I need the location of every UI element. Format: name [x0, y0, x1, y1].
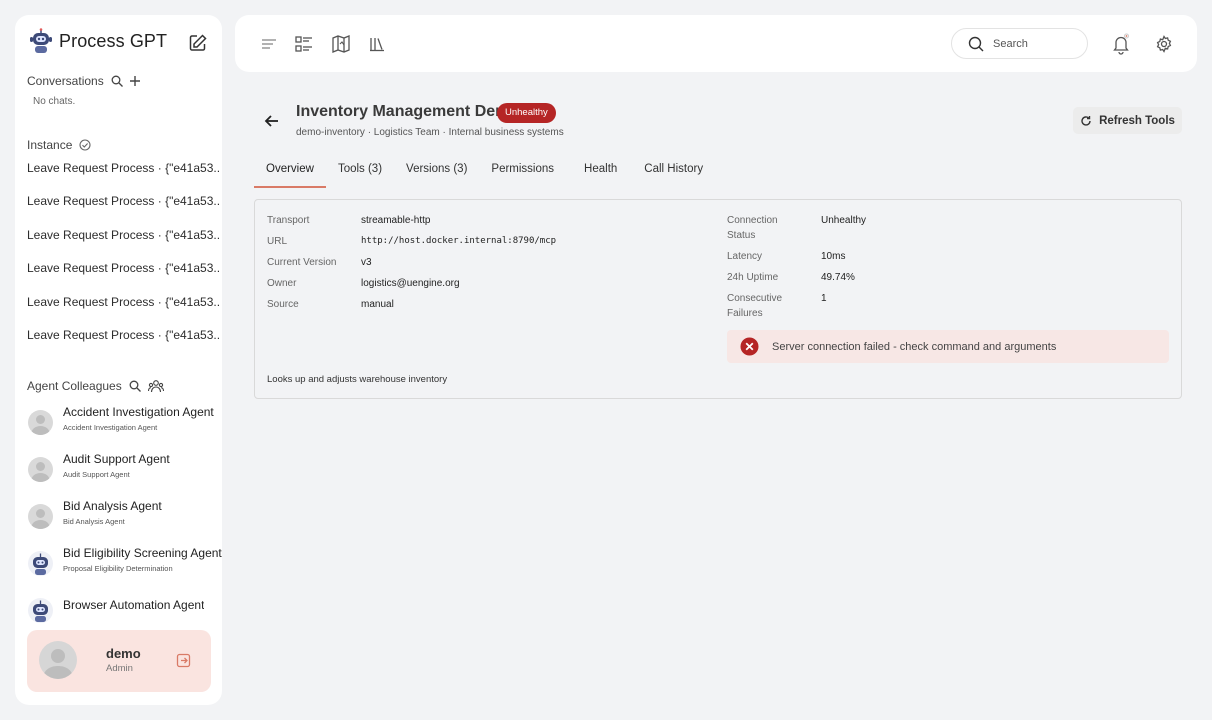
group-icon[interactable] [147, 379, 164, 393]
agent-name: Bid Eligibility Screening Agent [63, 546, 222, 560]
tab-bar: Overview Tools (3) Versions (3) Permissi… [254, 154, 715, 188]
error-icon [740, 337, 759, 356]
agent-item[interactable]: Bid Analysis Agent Bid Analysis Agent [28, 499, 222, 546]
search-icon [968, 36, 984, 51]
page-title: Inventory Management Demo [296, 103, 520, 120]
tab-call-history[interactable]: Call History [632, 154, 715, 188]
error-alert: Server connection failed - check command… [727, 330, 1169, 363]
refresh-icon [1081, 115, 1091, 126]
app-title: Process GPT [59, 30, 168, 51]
search-icon[interactable] [128, 379, 142, 393]
plus-icon[interactable] [128, 74, 142, 88]
field-value: 1 [821, 293, 827, 304]
search-icon[interactable] [110, 74, 124, 88]
search-box[interactable] [951, 28, 1088, 59]
refresh-tools-button[interactable]: Refresh Tools [1073, 107, 1182, 134]
field-value: 10ms [821, 251, 846, 262]
logout-icon[interactable] [176, 653, 191, 668]
status-badge: Unhealthy [497, 103, 556, 123]
field-value: Unhealthy [821, 215, 867, 226]
menu-lines-icon[interactable] [259, 34, 279, 54]
instance-item[interactable]: Leave Request Process · {"e41a53... [27, 193, 219, 226]
field-label: Latency [727, 251, 763, 262]
back-arrow-icon[interactable] [263, 112, 281, 130]
overview-panel: Transport streamable-http URL http://hos… [254, 199, 1182, 399]
tab-permissions[interactable]: Permissions [479, 154, 569, 188]
agent-role: Bid Analysis Agent [63, 517, 125, 526]
agent-name: Accident Investigation Agent [63, 405, 214, 419]
sidebar: Process GPT Conversations No chats. Inst… [15, 15, 222, 705]
server-description: Looks up and adjusts warehouse inventory [267, 374, 448, 385]
agent-colleagues-label: Agent Colleagues [27, 379, 122, 393]
field-label: Current Version [267, 257, 337, 268]
agent-name: Browser Automation Agent [63, 598, 205, 612]
user-card: demo Admin [27, 630, 211, 692]
tab-overview[interactable]: Overview [254, 154, 326, 188]
field-value: manual [361, 299, 394, 310]
conversations-label: Conversations [27, 74, 104, 88]
field-value: streamable-http [361, 215, 431, 226]
server-subtitle: demo-inventory · Logistics Team · Intern… [296, 127, 564, 138]
robot-avatar-icon [28, 598, 53, 623]
instance-item[interactable]: Leave Request Process · {"e41a53... [27, 294, 219, 327]
field-label: URL [267, 236, 288, 247]
library-icon[interactable] [367, 34, 387, 54]
tab-health[interactable]: Health [569, 154, 632, 188]
top-bar [235, 15, 1197, 72]
robot-logo-icon [30, 28, 52, 53]
check-circle-icon[interactable] [78, 138, 92, 152]
field-label: Transport [267, 215, 310, 226]
avatar [28, 410, 53, 435]
refresh-tools-label: Refresh Tools [1099, 114, 1175, 127]
user-role: Admin [106, 663, 133, 674]
search-input[interactable] [993, 37, 1073, 50]
map-icon[interactable] [331, 34, 351, 54]
instance-item[interactable]: Leave Request Process · {"e41a53... [27, 227, 219, 260]
no-chats-text: No chats. [33, 96, 76, 107]
agent-item[interactable]: Accident Investigation Agent Accident In… [28, 405, 222, 452]
agent-role: Accident Investigation Agent [63, 423, 158, 432]
instance-header: Instance [27, 138, 92, 152]
new-chat-edit-icon[interactable] [188, 33, 208, 53]
agent-list: Accident Investigation Agent Accident In… [28, 405, 222, 640]
user-name: demo [106, 646, 141, 661]
instance-list: Leave Request Process · {"e41a53... Leav… [27, 160, 219, 360]
error-message: Server connection failed - check command… [772, 340, 1057, 353]
instance-item[interactable]: Leave Request Process · {"e41a53... [27, 160, 219, 193]
agent-colleagues-header: Agent Colleagues [27, 379, 164, 393]
instance-item[interactable]: Leave Request Process · {"e41a53... [27, 260, 219, 293]
agent-role: Audit Support Agent [63, 470, 130, 479]
field-label: Consecutive Failures [727, 293, 783, 319]
agent-name: Bid Analysis Agent [63, 499, 162, 513]
bell-icon[interactable] [1111, 33, 1131, 55]
instance-item[interactable]: Leave Request Process · {"e41a53... [27, 327, 219, 360]
agent-name: Audit Support Agent [63, 452, 170, 466]
field-label: Connection Status [727, 215, 778, 241]
brand[interactable]: Process GPT [29, 28, 167, 54]
agent-item[interactable]: Audit Support Agent Audit Support Agent [28, 452, 222, 499]
gear-icon[interactable] [1155, 35, 1173, 53]
field-value: 49.74% [821, 272, 855, 283]
instance-label: Instance [27, 138, 73, 152]
agent-item[interactable]: Bid Eligibility Screening Agent Proposal… [28, 546, 222, 593]
checklist-icon[interactable] [294, 34, 314, 54]
field-label: Source [267, 299, 299, 310]
agent-role: Proposal Eligibility Determination [63, 564, 173, 573]
robot-avatar-icon [28, 551, 53, 576]
avatar [28, 504, 53, 529]
field-value: logistics@uengine.org [361, 278, 460, 289]
conversations-header: Conversations [27, 74, 142, 88]
field-label: 24h Uptime [727, 272, 779, 283]
field-value: http://host.docker.internal:8790/mcp [361, 236, 557, 246]
tab-versions[interactable]: Versions (3) [394, 154, 479, 188]
field-label: Owner [267, 278, 297, 289]
avatar [28, 457, 53, 482]
tab-tools[interactable]: Tools (3) [326, 154, 394, 188]
avatar[interactable] [39, 641, 77, 679]
field-value: v3 [361, 257, 372, 268]
